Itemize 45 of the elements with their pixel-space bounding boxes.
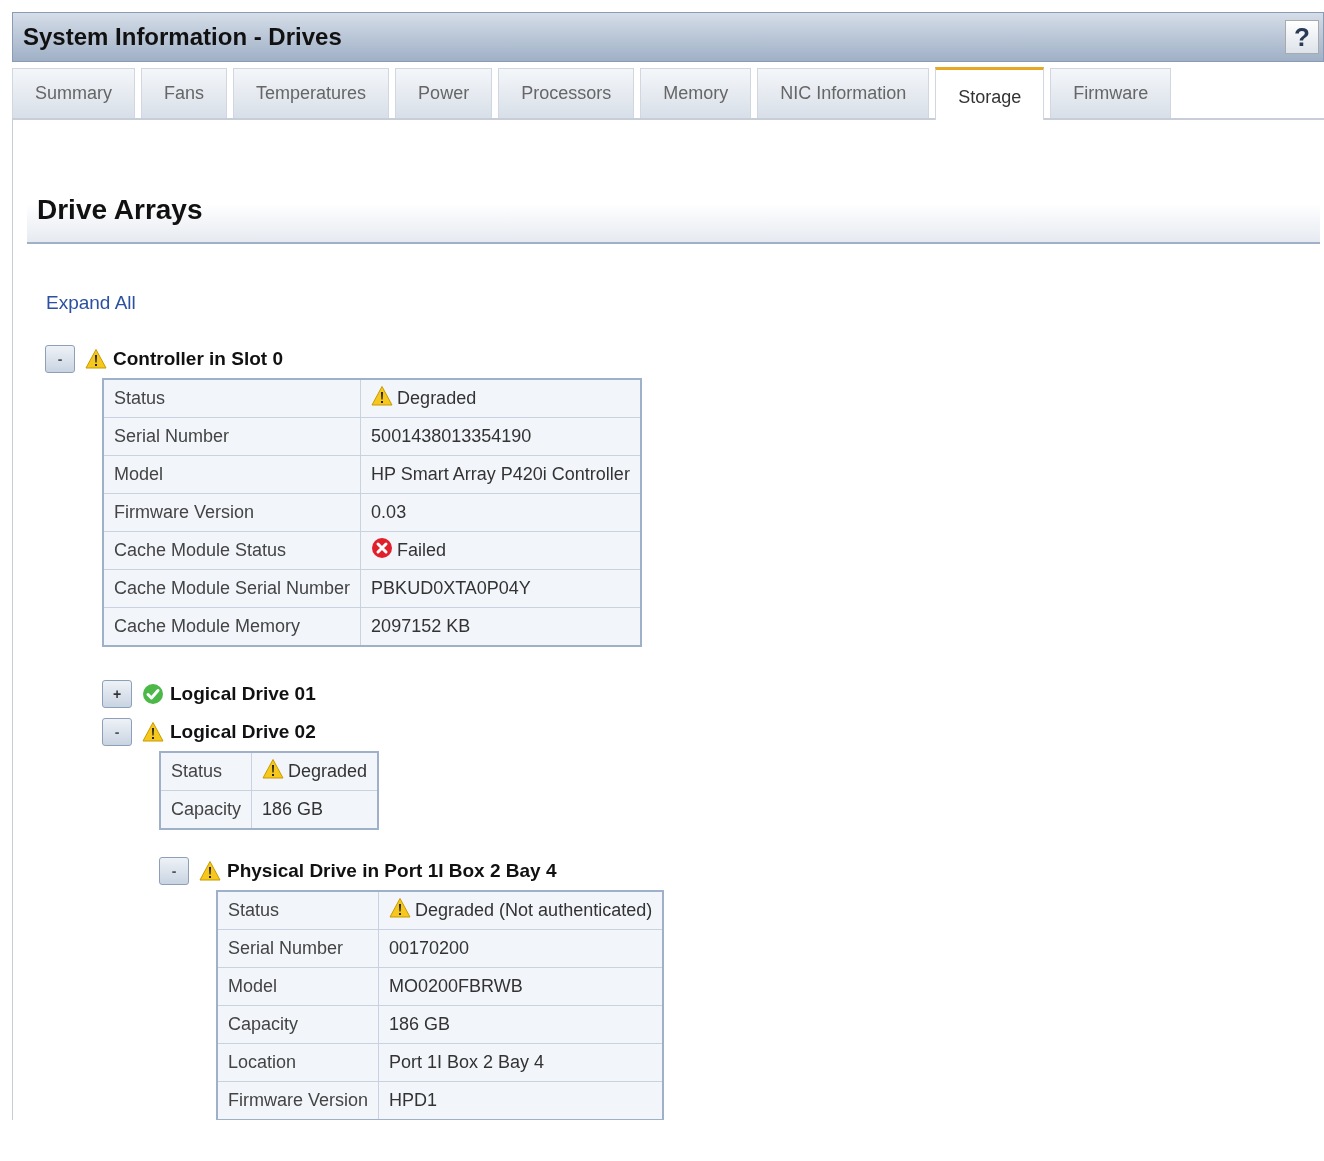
- property-label: Cache Module Status: [103, 531, 361, 570]
- property-label: Status: [160, 752, 252, 791]
- collapse-toggle[interactable]: -: [45, 345, 75, 373]
- tab[interactable]: Storage: [935, 67, 1045, 120]
- property-value: Degraded (Not authenticated): [415, 900, 653, 921]
- expand-all-link[interactable]: Expand All: [46, 292, 136, 314]
- property-label: Status: [103, 379, 361, 418]
- expand-toggle[interactable]: +: [102, 680, 132, 708]
- tab[interactable]: Temperatures: [233, 68, 390, 118]
- node-title: Controller in Slot 0: [113, 348, 283, 370]
- property-value: Degraded: [288, 761, 368, 782]
- node-title: Logical Drive 01: [170, 683, 316, 705]
- tab[interactable]: Power: [395, 68, 493, 118]
- warning-icon: [389, 897, 412, 919]
- window-title: System Information - Drives: [23, 23, 342, 51]
- warning-icon: [262, 758, 285, 780]
- property-value: Failed: [397, 540, 447, 561]
- node-title: Physical Drive in Port 1I Box 2 Bay 4: [227, 860, 557, 882]
- warning-icon: [371, 385, 394, 407]
- help-button[interactable]: ?: [1285, 20, 1319, 54]
- tab[interactable]: Fans: [141, 68, 228, 118]
- property-label: Location: [217, 1043, 379, 1082]
- property-label: Capacity: [217, 1005, 379, 1044]
- property-value: Degraded: [397, 388, 477, 409]
- property-label: Model: [217, 967, 379, 1006]
- tab[interactable]: Memory: [640, 68, 752, 118]
- error-icon: [371, 537, 394, 559]
- collapse-toggle[interactable]: -: [102, 718, 132, 746]
- node-title: Logical Drive 02: [170, 721, 316, 743]
- check-icon: [142, 683, 164, 705]
- property-label: Model: [103, 455, 361, 494]
- property-label: Firmware Version: [103, 493, 361, 532]
- warning-icon: [142, 721, 164, 743]
- warning-icon: [85, 348, 107, 370]
- property-label: Cache Module Serial Number: [103, 569, 361, 608]
- property-label: Serial Number: [217, 929, 379, 968]
- tab[interactable]: Firmware: [1050, 68, 1172, 118]
- tab[interactable]: Summary: [12, 68, 135, 118]
- warning-icon: [199, 860, 221, 882]
- tab[interactable]: Processors: [498, 68, 635, 118]
- property-label: Status: [217, 891, 379, 930]
- collapse-toggle[interactable]: -: [159, 857, 189, 885]
- tab[interactable]: NIC Information: [757, 68, 930, 118]
- property-label: Serial Number: [103, 417, 361, 456]
- section-title: Drive Arrays: [37, 194, 203, 226]
